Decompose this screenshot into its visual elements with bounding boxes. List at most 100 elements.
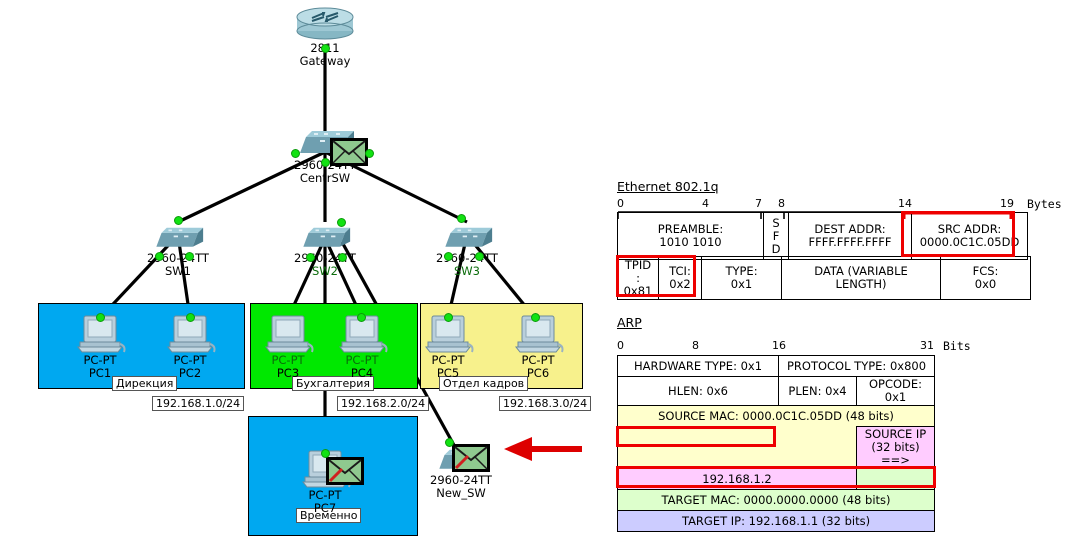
cell-plen: PLEN: 0x4 bbox=[778, 376, 857, 406]
arp-table: HARDWARE TYPE: 0x1 PROTOCOL TYPE: 0x800 … bbox=[617, 355, 935, 532]
node-name-newsw: New_SW bbox=[436, 485, 486, 500]
arp-ruler: 0 8 16 31 bbox=[617, 339, 947, 353]
cell-line: 0x1 bbox=[730, 277, 753, 291]
cell-line: TPID bbox=[624, 257, 652, 272]
cell-line: D bbox=[771, 241, 781, 256]
router-icon bbox=[270, 7, 380, 42]
ruler-tick: 0 bbox=[617, 339, 624, 352]
cell-tpid: TPID : 0x81 bbox=[617, 256, 659, 300]
ruler-tick: 7 bbox=[755, 197, 762, 210]
node-model-pc7: PC-PT bbox=[308, 488, 342, 502]
cell-line: F bbox=[772, 228, 780, 243]
cell-type: TYPE: 0x1 bbox=[701, 256, 782, 300]
link-status-dot bbox=[96, 313, 105, 322]
cell-line: FFFF.FFFF.FFFF bbox=[808, 235, 892, 249]
cell-line: LENGTH) bbox=[835, 277, 887, 291]
ethernet-ruler: 0 4 7 8 14 19 bbox=[617, 197, 1017, 211]
node-pc6[interactable]: PC-PT PC6 bbox=[483, 315, 593, 380]
cell-data: DATA (VARIABLE LENGTH) bbox=[781, 256, 941, 300]
node-sw2[interactable]: 2960-24TT SW2 bbox=[270, 218, 380, 277]
cell-line: 0000.0C1C.05DD bbox=[919, 235, 1020, 249]
cell-line: S bbox=[772, 215, 780, 230]
ruler-tick: 8 bbox=[778, 197, 785, 210]
cell-preamble: PREAMBLE: 1010 1010 bbox=[617, 212, 764, 260]
cell-line: 0x81 bbox=[623, 283, 653, 298]
table-row: SOURCE IP (32 bits) ==> bbox=[617, 426, 935, 469]
zone-subnet-otdel-kadrov: 192.168.3.0/24 bbox=[499, 396, 592, 411]
link-status-dot bbox=[155, 252, 164, 261]
link-status-dot bbox=[444, 252, 453, 261]
node-name-sw2: SW2 bbox=[312, 263, 338, 278]
node-name-pc2: PC2 bbox=[178, 365, 202, 380]
link-status-dot bbox=[291, 149, 300, 158]
link-status-dot bbox=[186, 313, 195, 322]
cell-tci: TCI: 0x2 bbox=[658, 256, 702, 300]
node-name-centrsw: CentrSW bbox=[299, 170, 351, 185]
arp-units: Bits bbox=[943, 339, 971, 353]
cell-source-ip-value: 192.168.1.2 bbox=[617, 468, 857, 490]
link-status-dot bbox=[306, 253, 315, 262]
node-sw1[interactable]: 2960-24TT SW1 bbox=[123, 218, 233, 277]
table-row: 192.168.1.2 bbox=[617, 468, 935, 490]
table-row: TPID : 0x81 TCI: 0x2 TYPE: 0x1 DATA (VAR… bbox=[617, 256, 1031, 300]
link-status-dot bbox=[321, 158, 330, 167]
ruler-tick: 16 bbox=[772, 339, 786, 352]
node-model-sw1: 2960-24TT bbox=[147, 251, 209, 265]
cell-hardware-type: HARDWARE TYPE: 0x1 bbox=[617, 355, 779, 377]
envelope-icon[interactable] bbox=[329, 137, 369, 167]
node-name-pc6: PC6 bbox=[526, 365, 550, 380]
ruler-tick: 19 bbox=[1000, 197, 1014, 210]
cell-line: 1010 1010 bbox=[659, 235, 722, 249]
link-status-dot bbox=[457, 214, 466, 223]
cell-target-ip: TARGET IP: 192.168.1.1 (32 bits) bbox=[617, 510, 935, 532]
cell-blank-green bbox=[856, 468, 935, 490]
cell-line: 0x2 bbox=[669, 277, 691, 291]
table-row: SOURCE MAC: 0000.0C1C.05DD (48 bits) bbox=[617, 405, 935, 427]
envelope-edited-icon[interactable] bbox=[451, 443, 491, 473]
link-status-dot bbox=[321, 44, 330, 53]
link-status-dot bbox=[185, 252, 194, 261]
ethernet-tag-table: TPID : 0x81 TCI: 0x2 TYPE: 0x1 DATA (VAR… bbox=[617, 256, 1031, 300]
cell-target-mac: TARGET MAC: 0000.0000.0000 (48 bits) bbox=[617, 489, 935, 511]
node-name-sw3: SW3 bbox=[454, 263, 480, 278]
link-status-dot bbox=[365, 149, 374, 158]
node-name-pc7: PC7 bbox=[313, 500, 337, 515]
envelope-edited-icon[interactable] bbox=[325, 456, 365, 486]
cell-hlen: HLEN: 0x6 bbox=[617, 376, 779, 406]
node-gateway[interactable]: 2811 Gateway bbox=[270, 7, 380, 68]
node-model-pc6: PC-PT bbox=[521, 353, 555, 367]
table-row: HLEN: 0x6 PLEN: 0x4 OPCODE: 0x1 bbox=[617, 376, 935, 406]
node-sw3[interactable]: 2960-24TT SW3 bbox=[412, 218, 522, 277]
cell-source-ip-label: SOURCE IP (32 bits) ==> bbox=[856, 426, 935, 469]
node-pc2[interactable]: PC-PT PC2 bbox=[135, 315, 245, 380]
ruler-tick: 4 bbox=[702, 197, 709, 210]
ethernet-units: Bytes bbox=[1027, 197, 1062, 211]
link-status-dot bbox=[321, 449, 330, 458]
node-model-sw3: 2960-24TT bbox=[436, 251, 498, 265]
zone-subnet-buhgalteria: 192.168.2.0/24 bbox=[337, 396, 430, 411]
node-name-sw1: SW1 bbox=[165, 263, 191, 278]
cell-line: 0x0 bbox=[974, 277, 997, 291]
table-row: HARDWARE TYPE: 0x1 PROTOCOL TYPE: 0x800 bbox=[617, 355, 935, 377]
ruler-tick: 0 bbox=[617, 197, 624, 210]
arp-title: ARP bbox=[617, 315, 642, 330]
link-status-dot bbox=[531, 313, 540, 322]
cell-sfd: S F D bbox=[763, 212, 789, 260]
node-name-gateway: Gateway bbox=[299, 53, 351, 68]
cell-dest-addr: DEST ADDR: FFFF.FFFF.FFFF bbox=[788, 212, 912, 260]
link-status-dot bbox=[445, 438, 454, 447]
cell-fcs: FCS: 0x0 bbox=[940, 256, 1031, 300]
link-status-dot bbox=[444, 313, 453, 322]
switch-icon bbox=[412, 218, 522, 252]
ethernet-title: Ethernet 802.1q bbox=[617, 179, 719, 194]
ruler-tick: 14 bbox=[898, 197, 912, 210]
topology-canvas: Дирекция 192.168.1.0/24 Бухгалтерия 192.… bbox=[0, 0, 1089, 548]
node-model-newsw: 2960-24TT bbox=[430, 473, 492, 487]
link-status-dot bbox=[475, 252, 484, 261]
cell-source-mac: SOURCE MAC: 0000.0C1C.05DD (48 bits) bbox=[617, 405, 935, 427]
link-status-dot bbox=[357, 313, 366, 322]
table-row: TARGET IP: 192.168.1.1 (32 bits) bbox=[617, 510, 935, 532]
switch-icon bbox=[270, 218, 380, 252]
ruler-tick: 31 bbox=[920, 339, 934, 352]
cell-protocol-type: PROTOCOL TYPE: 0x800 bbox=[778, 355, 935, 377]
